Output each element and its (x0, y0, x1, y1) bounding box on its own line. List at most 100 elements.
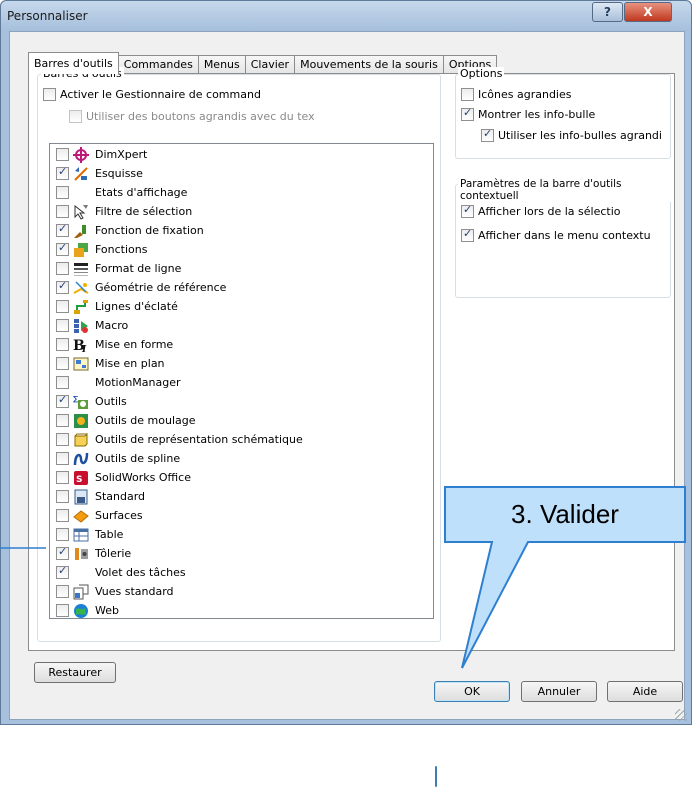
toolbar-item-checkbox[interactable] (56, 262, 69, 275)
toolbar-list-item[interactable]: Vues standard (56, 582, 174, 601)
sheet-metal-icon (73, 546, 89, 562)
toolbar-item-checkbox[interactable] (56, 376, 69, 389)
toolbar-list-item[interactable]: Géométrie de référence (56, 278, 226, 297)
tab-0[interactable]: Barres d'outils (28, 52, 119, 74)
show-in-context-menu-box[interactable] (461, 227, 474, 242)
toolbar-item-checkbox[interactable] (56, 585, 69, 598)
toolbar-item-checkbox[interactable] (56, 604, 69, 617)
tab-3[interactable]: Clavier (244, 55, 296, 74)
toolbar-item-checkbox[interactable] (56, 222, 69, 237)
toolbar-item-checkbox[interactable] (56, 186, 69, 199)
toolbar-item-checkbox[interactable] (56, 433, 69, 446)
toolbar-item-label: Outils de moulage (95, 414, 196, 427)
toolbar-item-checkbox[interactable] (56, 319, 69, 332)
tools-icon: ∑ (73, 394, 89, 410)
show-on-selection-box[interactable] (461, 203, 474, 218)
toolbar-list-item[interactable]: Web (56, 601, 119, 618)
enable-command-manager-box[interactable] (43, 88, 56, 101)
show-on-selection-checkbox[interactable]: Afficher lors de la sélectio (461, 203, 621, 218)
toolbar-list-item[interactable]: Lignes d'éclaté (56, 297, 178, 316)
toolbar-list-item[interactable]: S SolidWorks Office (56, 468, 191, 487)
toolbar-item-checkbox[interactable] (56, 357, 69, 370)
large-tooltips-box[interactable] (481, 127, 494, 142)
blank-icon (73, 375, 89, 391)
formatting-icon: BI (73, 337, 89, 353)
ok-button-placeholder (435, 766, 437, 787)
toolbar-list-item[interactable]: Volet des tâches (56, 563, 186, 582)
large-icons-box[interactable] (461, 88, 474, 101)
toolbar-item-label: Tôlerie (95, 547, 132, 560)
show-on-selection-label: Afficher lors de la sélectio (478, 205, 621, 218)
mold-tools-icon (73, 413, 89, 429)
tab-1[interactable]: Commandes (117, 55, 199, 74)
help-title-button[interactable]: ? (592, 2, 623, 22)
toolbar-item-checkbox[interactable] (56, 509, 69, 522)
close-button[interactable]: X (624, 2, 672, 22)
show-tooltips-box[interactable] (461, 106, 474, 121)
toolbar-item-checkbox[interactable] (56, 414, 69, 427)
dimxpert-icon (73, 146, 89, 163)
toolbar-item-checkbox[interactable] (56, 490, 69, 503)
toolbar-item-checkbox[interactable] (56, 528, 69, 541)
toolbar-item-checkbox[interactable] (56, 471, 69, 484)
toolbar-item-label: Lignes d'éclaté (95, 300, 178, 313)
toolbar-list-item[interactable]: ∑ Outils (56, 392, 127, 411)
ok-button[interactable]: OK (434, 681, 510, 702)
toolbar-item-checkbox[interactable] (56, 241, 69, 256)
show-tooltips-checkbox[interactable]: Montrer les info-bulle (461, 106, 596, 121)
resize-grip-icon[interactable] (675, 709, 687, 721)
toolbar-list-item[interactable]: Surfaces (56, 506, 143, 525)
tab-4[interactable]: Mouvements de la souris (294, 55, 444, 74)
large-buttons-checkbox[interactable]: Utiliser des boutons agrandis avec du te… (69, 110, 315, 123)
toolbar-list-item[interactable]: Mise en plan (56, 354, 165, 373)
large-icons-label: Icônes agrandies (478, 88, 572, 101)
show-tooltips-label: Montrer les info-bulle (478, 108, 596, 121)
show-in-context-menu-checkbox[interactable]: Afficher dans le menu contextu (461, 227, 651, 242)
tab-2[interactable]: Menus (197, 55, 246, 74)
toolbar-item-checkbox[interactable] (56, 148, 69, 161)
toolbar-list-item[interactable]: Format de ligne (56, 259, 181, 278)
toolbar-list-item[interactable]: Etats d'affichage (56, 183, 187, 202)
standard-icon (73, 489, 89, 505)
large-buttons-box[interactable] (69, 110, 82, 123)
toolbar-list-item[interactable]: MotionManager (56, 373, 181, 392)
toolbar-item-label: Etats d'affichage (95, 186, 188, 199)
toolbar-item-label: Web (95, 604, 119, 617)
cancel-button[interactable]: Annuler (521, 681, 597, 702)
toolbar-list-item[interactable]: B I Mise en forme (56, 335, 173, 354)
large-tooltips-checkbox[interactable]: Utiliser les info-bulles agrandi (481, 127, 662, 142)
toolbar-item-checkbox[interactable] (56, 452, 69, 465)
toolbar-list-item[interactable]: Outils de moulage (56, 411, 196, 430)
toolbar-list-item[interactable]: Filtre de sélection (56, 202, 192, 221)
spline-tools-icon (73, 451, 89, 467)
toolbar-item-checkbox[interactable] (56, 279, 69, 294)
toolbar-list-item[interactable]: Fonctions (56, 240, 148, 259)
toolbar-item-checkbox[interactable] (56, 545, 69, 560)
toolbar-list-item[interactable]: Fonction de fixation (56, 221, 204, 240)
toolbar-item-checkbox[interactable] (56, 338, 69, 351)
toolbar-item-label: Fonctions (95, 243, 148, 256)
toolbar-listbox[interactable]: DimXpert Esquisse Etats d'affichage Filtre … (49, 143, 434, 619)
toolbar-list-item[interactable]: Tôlerie (56, 544, 131, 563)
toolbar-list-item[interactable]: Macro (56, 316, 128, 335)
toolbar-item-checkbox[interactable] (56, 300, 69, 313)
toolbar-list-item[interactable]: DimXpert (56, 145, 147, 164)
restore-button[interactable]: Restaurer (34, 662, 116, 683)
toolbar-item-label: Géométrie de référence (95, 281, 227, 294)
toolbar-item-checkbox[interactable] (56, 393, 69, 408)
svg-text:∑: ∑ (73, 395, 78, 403)
enable-command-manager-checkbox[interactable]: Activer le Gestionnaire de command (43, 88, 261, 101)
toolbar-item-checkbox[interactable] (56, 564, 69, 579)
toolbar-item-checkbox[interactable] (56, 205, 69, 218)
toolbar-list-item[interactable]: Outils de représentation schématique (56, 430, 303, 449)
large-icons-checkbox[interactable]: Icônes agrandies (461, 88, 571, 101)
toolbar-list-item[interactable]: Standard (56, 487, 145, 506)
toolbar-list-item[interactable]: Esquisse (56, 164, 143, 183)
help-button[interactable]: Aide (607, 681, 683, 702)
toolbar-list-item[interactable]: Table (56, 525, 123, 544)
toolbar-item-checkbox[interactable] (56, 165, 69, 180)
toolbar-item-label: Format de ligne (95, 262, 182, 275)
title-bar[interactable]: Personnaliser ? X (1, 1, 691, 31)
toolbar-item-label: Mise en plan (95, 357, 165, 370)
toolbar-list-item[interactable]: Outils de spline (56, 449, 180, 468)
